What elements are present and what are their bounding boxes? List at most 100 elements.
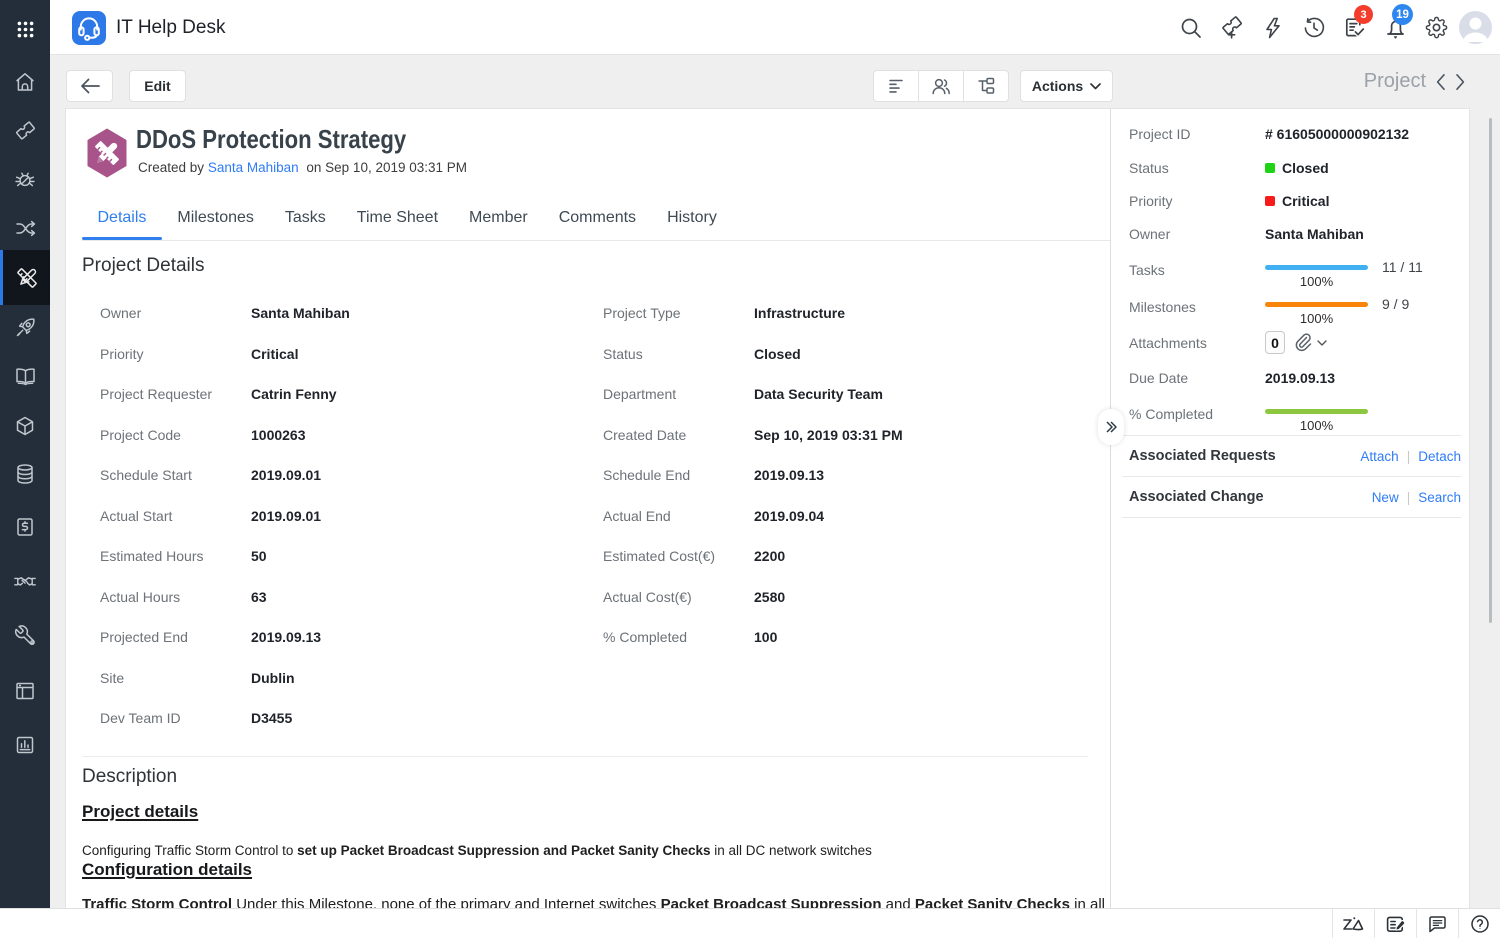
field-row: Site Dublin: [66, 658, 569, 699]
history-button[interactable]: [1293, 0, 1334, 55]
app-switcher-button[interactable]: [0, 0, 50, 55]
chevron-right-icon: [1455, 73, 1466, 91]
double-chevron-right-icon: [1104, 420, 1118, 434]
history-icon: [1302, 16, 1326, 40]
sidebar-item-problems[interactable]: [0, 155, 50, 204]
scrollbar-thumb[interactable]: [1489, 118, 1492, 623]
prev-project-button[interactable]: [1435, 73, 1446, 91]
tab[interactable]: History: [652, 204, 733, 239]
progress-bar: [1265, 265, 1368, 270]
tab[interactable]: Member: [454, 204, 544, 239]
associated-section: Associated ChangeNew|Search: [1122, 476, 1461, 517]
field-label: Site: [100, 670, 251, 686]
field-value: Santa Mahiban: [251, 305, 350, 321]
sidebar-item-releases[interactable]: [0, 303, 50, 352]
field-row: Status Closed: [569, 334, 1110, 375]
tab[interactable]: Details: [82, 204, 162, 239]
notes-button[interactable]: [1374, 909, 1416, 938]
field-row: Project Code 1000263: [66, 415, 569, 456]
progress-percent: 100%: [1300, 311, 1333, 326]
search-button[interactable]: [1170, 0, 1211, 55]
associated-link[interactable]: Search: [1418, 490, 1461, 505]
field-value: 100: [754, 629, 777, 645]
field-value: Dublin: [251, 670, 295, 686]
sidebar-item-projects[interactable]: [0, 250, 50, 305]
tab-label: Tasks: [285, 204, 326, 227]
shuffle-icon: [14, 217, 37, 240]
text-segment: Packet Sanity Checks: [915, 896, 1070, 908]
sidebar-item-layout[interactable]: [0, 666, 50, 715]
sidebar-item-reports[interactable]: [0, 720, 50, 769]
tab[interactable]: Tasks: [269, 204, 341, 239]
created-prefix: Created by: [138, 160, 204, 175]
created-line: Created by Santa Mahiban on Sep 10, 2019…: [138, 160, 467, 175]
cube-icon: [14, 415, 36, 437]
next-project-button[interactable]: [1455, 73, 1466, 91]
sidebar-item-home[interactable]: [0, 57, 50, 106]
tab-label: Details: [98, 204, 147, 227]
description-title: Description: [82, 766, 177, 788]
associated-link[interactable]: Detach: [1418, 449, 1461, 464]
collapse-panel-button[interactable]: [1098, 409, 1124, 445]
view-members-button[interactable]: [918, 70, 964, 102]
app-logo[interactable]: [72, 11, 106, 45]
sidebar-item-solutions[interactable]: [0, 352, 50, 401]
field-row: % Completed 100: [569, 617, 1110, 658]
sidebar-item-requests[interactable]: [0, 106, 50, 155]
approvals-badge: 3: [1354, 5, 1373, 24]
field-row: Project Requester Catrin Fenny: [66, 374, 569, 415]
zia-button[interactable]: [1332, 909, 1374, 938]
tab[interactable]: Milestones: [162, 204, 269, 239]
field-row: Created Date Sep 10, 2019 03:31 PM: [569, 415, 1110, 456]
sidebar-item-cmdb[interactable]: [0, 449, 50, 498]
attachment-count[interactable]: 0: [1265, 331, 1285, 354]
purchase-icon: [14, 516, 36, 538]
user-menu-button[interactable]: [1457, 0, 1494, 55]
summary-row: StatusClosed: [1129, 160, 1329, 176]
summary-label: Attachments: [1129, 335, 1265, 351]
summary-label: Milestones: [1129, 299, 1265, 315]
project-title: DDoS Protection Strategy: [136, 124, 406, 155]
field-value: 2200: [754, 548, 785, 564]
avatar: [1459, 11, 1492, 44]
text-segment: set up: [297, 843, 341, 858]
field-label: Project Code: [100, 427, 251, 443]
add-request-button[interactable]: [1211, 0, 1252, 55]
edit-button[interactable]: Edit: [129, 70, 186, 102]
toolbar: Edit: [50, 55, 1500, 108]
text-segment: Packet Broadcast Suppression: [341, 843, 540, 858]
created-by-link[interactable]: Santa Mahiban: [208, 160, 299, 175]
help-button[interactable]: [1458, 909, 1500, 938]
field-label: Actual Hours: [100, 589, 251, 605]
chevron-down-icon[interactable]: [1317, 340, 1327, 346]
field-row: Owner Santa Mahiban: [66, 293, 569, 334]
associated-link[interactable]: New: [1372, 490, 1399, 505]
field-grid: Owner Santa Mahiban Priority Critical Pr…: [66, 293, 1110, 739]
sidebar-item-contracts[interactable]: [0, 557, 50, 606]
sidebar-item-assets[interactable]: [0, 401, 50, 450]
tab[interactable]: Comments: [543, 204, 651, 239]
sidebar-item-changes[interactable]: [0, 204, 50, 253]
gear-icon: [1424, 15, 1449, 40]
approvals-button[interactable]: 3: [1334, 0, 1375, 55]
chat-button[interactable]: [1416, 909, 1458, 938]
description-paragraph: Traffic Storm Control Under this Milesto…: [82, 895, 1082, 908]
view-tree-button[interactable]: [963, 70, 1009, 102]
divider: [82, 756, 1088, 757]
zia-icon: [1342, 915, 1366, 933]
settings-button[interactable]: [1416, 0, 1457, 55]
tab[interactable]: Time Sheet: [341, 204, 453, 239]
back-button[interactable]: [66, 70, 113, 102]
notifications-button[interactable]: 19: [1375, 0, 1416, 55]
view-switch-group: [873, 70, 1009, 102]
paperclip-icon[interactable]: [1293, 332, 1313, 354]
description-subheading: Configuration details: [82, 860, 1082, 880]
view-milestones-button[interactable]: [873, 70, 919, 102]
lightning-icon: [1261, 16, 1285, 40]
actions-button[interactable]: Actions: [1020, 70, 1113, 102]
associated-link[interactable]: Attach: [1360, 449, 1398, 464]
sidebar-item-admin[interactable]: [0, 611, 50, 660]
top-bar: IT Help Desk: [0, 0, 1500, 55]
sidebar-item-purchase[interactable]: [0, 502, 50, 551]
quick-actions-button[interactable]: [1252, 0, 1293, 55]
